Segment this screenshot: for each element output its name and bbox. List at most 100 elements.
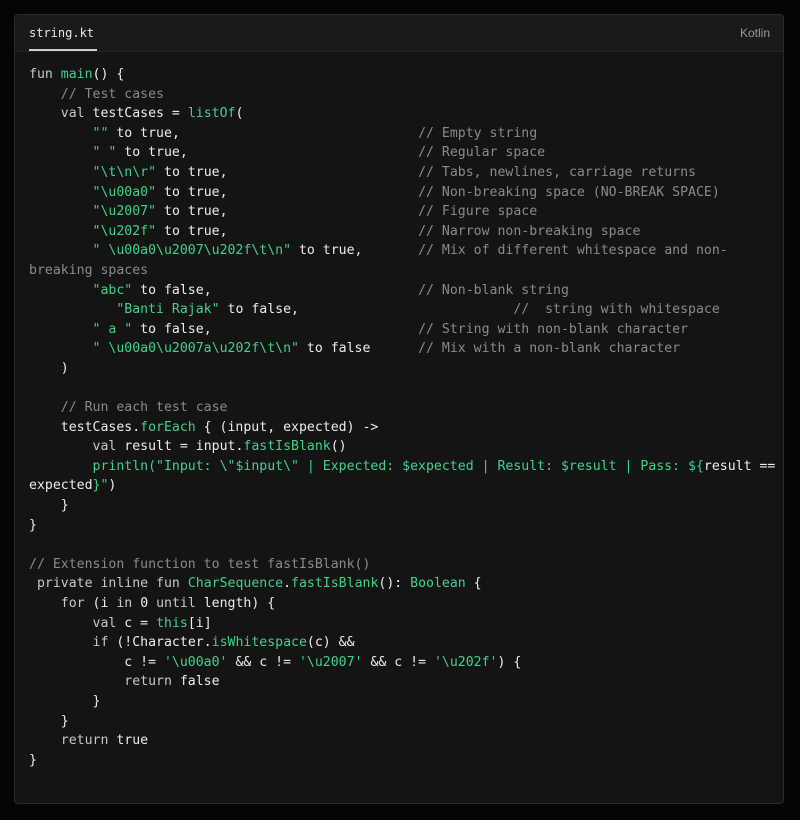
- code-token: to false,: [219, 302, 299, 318]
- code-line: val result = input.fastIsBlank(): [29, 437, 771, 457]
- code-token: println: [92, 458, 149, 474]
- code-token: { (input, expected) ->: [195, 419, 379, 435]
- code-token: testCases.: [29, 419, 141, 435]
- code-token: return: [124, 674, 180, 690]
- code-token: () {: [92, 67, 125, 82]
- code-token: to false: [298, 341, 371, 357]
- code-token: fun: [29, 67, 61, 82]
- code-token: isWhitespace: [211, 635, 307, 651]
- code-token: to false,: [132, 321, 212, 337]
- code-line: " \u00a0\u2007a\u202f\t\n" to false // M…: [29, 339, 771, 359]
- code-line: val c = this[i]: [29, 614, 771, 634]
- code-line: }: [29, 496, 771, 516]
- code-token: // Tabs, newlines, carriage returns: [418, 164, 696, 180]
- code-token: private inline fun: [36, 576, 188, 592]
- code-token: (i: [92, 596, 117, 612]
- code-token: ): [108, 478, 117, 494]
- code-token: // Regular space: [418, 145, 546, 161]
- code-line: fun main() {: [29, 65, 771, 85]
- code-token: CharSequence: [187, 576, 284, 592]
- code-line: "\u2007" to true, // Figure space: [29, 202, 771, 222]
- code-line: return true: [29, 731, 771, 751]
- code-token: expected: [29, 478, 93, 494]
- code-line: // Extension function to test fastIsBlan…: [29, 555, 771, 575]
- code-line: println("Input: \"$input\" | Expected: $…: [29, 457, 776, 477]
- code-token: " a ": [92, 321, 133, 337]
- code-line: return false: [29, 672, 771, 692]
- code-token: ) {: [497, 654, 522, 670]
- code-token: }: [29, 713, 69, 729]
- code-token: " \u00a0\u2007\u202f\t\n": [92, 243, 292, 259]
- code-line: "\t\n\r" to true, // Tabs, newlines, car…: [29, 163, 771, 183]
- code-line: "Banti Rajak" to false, // string with w…: [29, 300, 771, 320]
- code-token: // String with non-blank character: [418, 321, 689, 337]
- active-tab-indicator: [29, 49, 98, 51]
- code-line: testCases.forEach { (input, expected) ->: [29, 418, 771, 438]
- code-line: // Run each test case: [29, 398, 771, 418]
- code-token: for: [60, 596, 93, 612]
- code-token: in: [116, 596, 141, 612]
- code-token: // Empty string: [418, 125, 538, 141]
- tab-file[interactable]: string.kt: [29, 15, 98, 51]
- code-token: .: [283, 576, 292, 592]
- code-token: '\u00a0': [163, 654, 228, 670]
- code-line: for (i in 0 until length) {: [29, 594, 771, 614]
- code-token: length) {: [203, 596, 276, 612]
- code-token: (!Character.: [116, 635, 212, 651]
- code-line: ): [29, 359, 771, 379]
- code-token: true: [116, 733, 149, 749]
- code-token: // Non-breaking space (NO-BREAK SPACE): [418, 184, 720, 200]
- code-line: "" to true, // Empty string: [29, 124, 771, 144]
- code-token: // Figure space: [418, 204, 538, 220]
- code-token: "\u00a0": [92, 184, 157, 200]
- code-token: result ==: [703, 458, 776, 474]
- code-token: // Mix of different whitespace and non-: [418, 243, 728, 259]
- code-line: }: [29, 712, 771, 732]
- code-line: " a " to false, // String with non-blank…: [29, 320, 771, 340]
- code-token: (: [235, 106, 244, 122]
- code-token: }: [29, 498, 69, 514]
- code-token: {: [465, 576, 482, 592]
- code-token: main: [60, 67, 93, 82]
- code-token: false: [179, 674, 220, 690]
- code-token: 0: [140, 596, 157, 612]
- code-token: [i]: [187, 615, 212, 631]
- code-token: val: [60, 106, 93, 122]
- code-token: to true,: [156, 164, 228, 180]
- code-token: listOf: [187, 106, 236, 122]
- code-token: }: [29, 517, 37, 533]
- language-label: Kotlin: [739, 26, 770, 40]
- code-token: && c !=: [227, 654, 299, 670]
- code-token: Boolean: [410, 576, 466, 592]
- code-line: }: [29, 692, 771, 712]
- code-token: "\u202f": [92, 223, 157, 239]
- code-token: to true,: [156, 184, 228, 200]
- code-line: }: [29, 516, 771, 536]
- code-line: "\u202f" to true, // Narrow non-breaking…: [29, 222, 771, 242]
- code-line: val testCases = listOf(: [29, 104, 771, 124]
- code-block-header: string.kt Kotlin: [15, 15, 783, 52]
- filename-label: string.kt: [29, 26, 95, 40]
- code-token: fastIsBlank: [243, 439, 331, 455]
- code-token: to true,: [156, 204, 228, 220]
